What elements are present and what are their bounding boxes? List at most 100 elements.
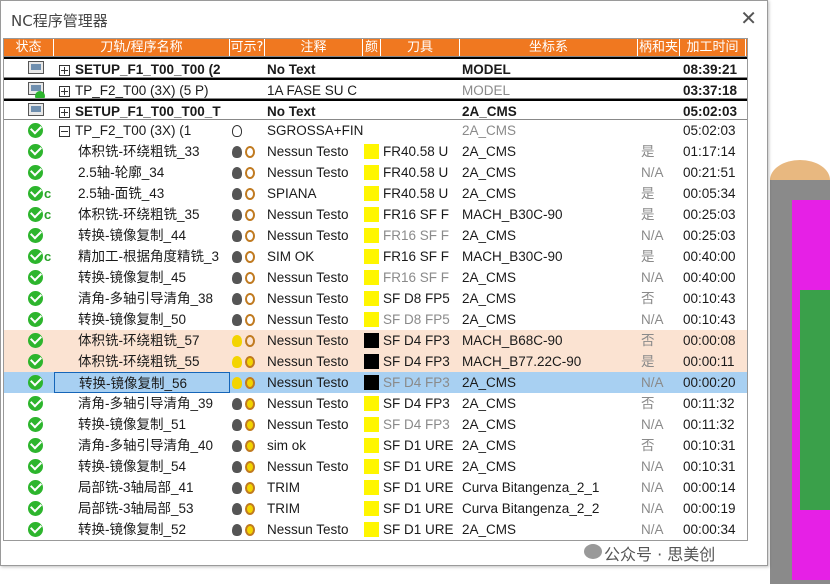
operation-row[interactable]: 转换-镜像复制_44 Nessun Testo FR16 SF F 2A_CMS N/A… xyxy=(4,225,747,246)
tool-cell[interactable] xyxy=(381,59,460,77)
visible-cell[interactable] xyxy=(230,393,265,414)
header-holder[interactable]: 柄和夹 xyxy=(638,39,680,56)
color-cell[interactable] xyxy=(363,120,381,141)
operation-row[interactable]: 体积铣-环绕粗铣_57 Nessun Testo SF D4 FP3 MACH_B68… xyxy=(4,330,747,351)
coordsys-cell[interactable]: MACH_B30C-90 xyxy=(460,204,638,225)
lightbulb-icon[interactable] xyxy=(232,461,242,474)
lightbulb-icon[interactable] xyxy=(232,125,242,138)
name-cell[interactable]: SETUP_F1_T00_T00_T xyxy=(54,101,230,119)
visible-cell[interactable] xyxy=(230,101,265,119)
name-cell[interactable]: 2.5轴-轮廓_34 xyxy=(54,162,230,183)
name-cell[interactable]: 清角-多轴引导清角_39 xyxy=(54,393,230,414)
setup-row[interactable]: TP_F2_T00 (3X) (5 P) 1A FASE SU C MODEL 03:… xyxy=(4,78,747,99)
lightbulb-icon[interactable] xyxy=(232,377,242,390)
operation-row[interactable]: 转换-镜像复制_52 Nessun Testo SF D1 URE 2A_CMS N/A… xyxy=(4,519,747,540)
visible-cell[interactable] xyxy=(230,225,265,246)
name-cell[interactable]: 2.5轴-面铣_43 xyxy=(54,183,230,204)
name-cell[interactable]: 转换-镜像复制_50 xyxy=(54,309,230,330)
coordsys-cell[interactable]: Curva Bitangenza_2_2 xyxy=(460,498,638,519)
comment-cell[interactable]: SGROSSA+FIN xyxy=(265,120,363,141)
comment-cell[interactable]: Nessun Testo xyxy=(265,414,363,435)
name-cell[interactable]: 转换-镜像复制_56 xyxy=(54,372,230,393)
lightbulb-icon[interactable] xyxy=(232,146,242,159)
operation-row[interactable]: 局部铣-3轴局部_53 TRIM SF D1 URE Curva Bitangenza… xyxy=(4,498,747,519)
close-icon[interactable]: ✕ xyxy=(740,6,757,31)
operation-row[interactable]: 局部铣-3轴局部_41 TRIM SF D1 URE Curva Bitangenza… xyxy=(4,477,747,498)
comment-cell[interactable]: Nessun Testo xyxy=(265,330,363,351)
coordsys-cell[interactable]: MACH_B68C-90 xyxy=(460,330,638,351)
visible-cell[interactable] xyxy=(230,162,265,183)
visible-cell[interactable] xyxy=(230,351,265,372)
header-coordsys[interactable]: 坐标系 xyxy=(460,39,638,56)
color-cell[interactable] xyxy=(363,80,381,98)
coordsys-cell[interactable]: 2A_CMS xyxy=(460,225,638,246)
lightbulb-icon[interactable] xyxy=(232,503,242,516)
comment-cell[interactable]: SIM OK xyxy=(265,246,363,267)
comment-cell[interactable]: TRIM xyxy=(265,477,363,498)
operation-row[interactable]: c 精加工-根据角度精铣_3 SIM OK FR16 SF F MACH_B30C-90… xyxy=(4,246,747,267)
operation-row[interactable]: 2.5轴-轮廓_34 Nessun Testo FR40.58 U 2A_CMS N/A… xyxy=(4,162,747,183)
tool-cell[interactable]: SF D4 FP3 xyxy=(381,351,460,372)
operation-row[interactable]: 体积铣-环绕粗铣_33 Nessun Testo FR40.58 U 2A_CMS 是 0… xyxy=(4,141,747,162)
operation-row[interactable]: 体积铣-环绕粗铣_55 Nessun Testo SF D4 FP3 MACH_B77… xyxy=(4,351,747,372)
tool-cell[interactable]: SF D1 URE xyxy=(381,456,460,477)
tool-cell[interactable]: SF D1 URE xyxy=(381,477,460,498)
lightbulb-icon[interactable] xyxy=(232,230,242,243)
tool-cell[interactable] xyxy=(381,80,460,98)
tool-cell[interactable]: SF D8 FP5 xyxy=(381,288,460,309)
comment-cell[interactable]: No Text xyxy=(265,59,363,77)
coordsys-cell[interactable]: Curva Bitangenza_2_1 xyxy=(460,477,638,498)
name-cell[interactable]: 转换-镜像复制_52 xyxy=(54,519,230,540)
program-group-row[interactable]: TP_F2_T00 (3X) (1 SGROSSA+FIN 2A_CMS 05:02:… xyxy=(4,120,747,141)
visible-cell[interactable] xyxy=(230,519,265,540)
name-cell[interactable]: TP_F2_T00 (3X) (1 xyxy=(54,120,230,141)
coordsys-cell[interactable]: MODEL xyxy=(460,80,638,98)
coordsys-cell[interactable]: 2A_CMS xyxy=(460,309,638,330)
name-cell[interactable]: 转换-镜像复制_51 xyxy=(54,414,230,435)
coordsys-cell[interactable]: 2A_CMS xyxy=(460,162,638,183)
header-visible[interactable]: 可示? xyxy=(230,39,265,56)
comment-cell[interactable]: Nessun Testo xyxy=(265,225,363,246)
name-cell[interactable]: 清角-多轴引导清角_38 xyxy=(54,288,230,309)
color-cell[interactable] xyxy=(363,372,381,393)
visible-cell[interactable] xyxy=(230,183,265,204)
tool-cell[interactable]: FR16 SF F xyxy=(381,204,460,225)
visible-cell[interactable] xyxy=(230,204,265,225)
visible-cell[interactable] xyxy=(230,435,265,456)
color-cell[interactable] xyxy=(363,498,381,519)
tool-cell[interactable]: SF D4 FP3 xyxy=(381,393,460,414)
color-cell[interactable] xyxy=(363,225,381,246)
header-comment[interactable]: 注释 xyxy=(265,39,363,56)
name-cell[interactable]: 体积铣-环绕粗铣_57 xyxy=(54,330,230,351)
comment-cell[interactable]: Nessun Testo xyxy=(265,519,363,540)
operation-row[interactable]: 转换-镜像复制_50 Nessun Testo SF D8 FP5 2A_CMS N/A… xyxy=(4,309,747,330)
visible-cell[interactable] xyxy=(230,309,265,330)
comment-cell[interactable]: Nessun Testo xyxy=(265,288,363,309)
tool-cell[interactable]: FR16 SF F xyxy=(381,225,460,246)
tool-cell[interactable]: SF D4 FP3 xyxy=(381,330,460,351)
name-cell[interactable]: 转换-镜像复制_54 xyxy=(54,456,230,477)
comment-cell[interactable]: Nessun Testo xyxy=(265,141,363,162)
color-cell[interactable] xyxy=(363,414,381,435)
name-cell[interactable]: SETUP_F1_T00_T00 (2 xyxy=(54,59,230,77)
comment-cell[interactable]: Nessun Testo xyxy=(265,267,363,288)
tool-cell[interactable]: SF D8 FP5 xyxy=(381,309,460,330)
coordsys-cell[interactable]: MACH_B77.22C-90 xyxy=(460,351,638,372)
lightbulb-icon[interactable] xyxy=(232,482,242,495)
setup-row[interactable]: SETUP_F1_T00_T00 (2 No Text MODEL 08:39:21 xyxy=(4,57,747,78)
lightbulb-icon[interactable] xyxy=(232,188,242,201)
comment-cell[interactable]: Nessun Testo xyxy=(265,456,363,477)
color-cell[interactable] xyxy=(363,393,381,414)
lightbulb-icon[interactable] xyxy=(232,272,242,285)
visible-cell[interactable] xyxy=(230,330,265,351)
tool-cell[interactable]: FR40.58 U xyxy=(381,141,460,162)
coordsys-cell[interactable]: 2A_CMS xyxy=(460,101,638,119)
expand-plus-icon[interactable] xyxy=(59,85,70,97)
comment-cell[interactable]: Nessun Testo xyxy=(265,393,363,414)
color-cell[interactable] xyxy=(363,141,381,162)
visible-cell[interactable] xyxy=(230,456,265,477)
header-name[interactable]: 刀轨/程序名称 xyxy=(54,39,230,56)
visible-cell[interactable] xyxy=(230,80,265,98)
comment-cell[interactable]: Nessun Testo xyxy=(265,351,363,372)
collapse-minus-icon[interactable] xyxy=(59,125,70,137)
